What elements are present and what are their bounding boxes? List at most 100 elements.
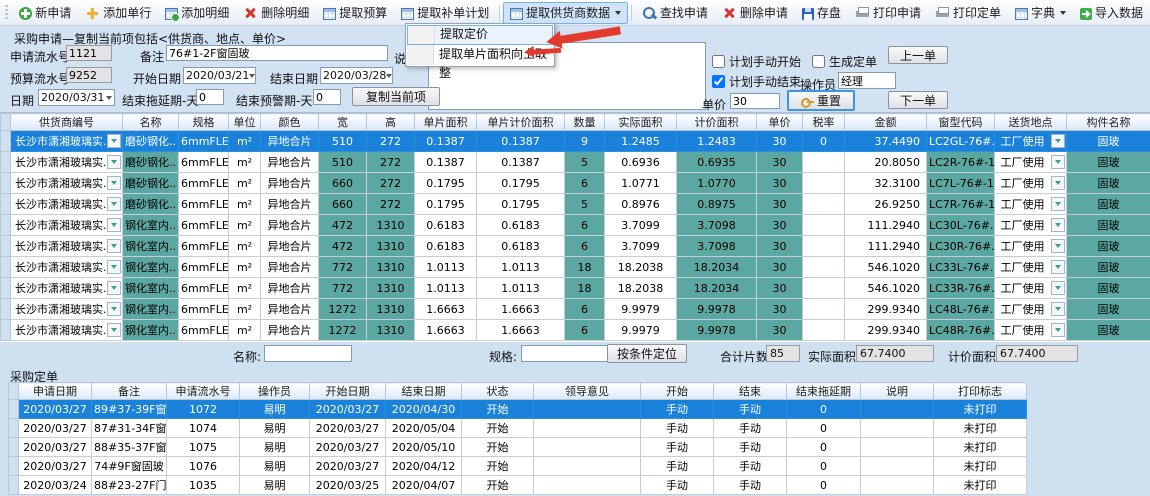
table-row[interactable]: 长沙市潇湘玻璃实..钢化室内..6mmFLE..m²异地合片77213101.0… [1, 257, 1150, 278]
unit-price-field[interactable] [730, 93, 780, 109]
end-delay-field[interactable] [196, 89, 224, 105]
end-date-select[interactable]: 2020/03/28 [320, 67, 393, 84]
toolbar-button-import[interactable]: 导入数据 [1073, 2, 1150, 24]
remark-field[interactable] [166, 45, 388, 61]
chevron-down-icon[interactable] [107, 302, 121, 316]
chevron-down-icon[interactable] [1051, 323, 1065, 337]
table-cell[interactable]: 长沙市潇湘玻璃实.. [11, 320, 123, 341]
plan-manual-end-checkbox[interactable]: 计划手动结束 [712, 73, 801, 90]
table-row[interactable]: 长沙市潇湘玻璃实..磨砂钢化..6mmFLE..m²异地合片6602720.17… [1, 173, 1150, 194]
table-row[interactable]: 长沙市潇湘玻璃实..钢化室内..6mmFLE..m²异地合片127213101.… [1, 299, 1150, 320]
table-row[interactable]: 长沙市潇湘玻璃实..钢化室内..6mmFLE..m²异地合片47213100.6… [1, 236, 1150, 257]
table-row[interactable]: 2020/03/2788#35-37F窗固玻1075易明2020/03/2720… [9, 438, 1027, 457]
toolbar-button-print[interactable]: 打印申请 [848, 2, 928, 24]
chevron-down-icon[interactable] [107, 155, 121, 169]
locate-by-condition-button[interactable]: 按条件定位 [607, 344, 687, 363]
table-cell[interactable]: 长沙市潇湘玻璃实.. [11, 152, 123, 173]
table-cell[interactable]: 长沙市潇湘玻璃实.. [11, 194, 123, 215]
table-cell[interactable]: 工厂使用 [995, 320, 1067, 341]
checkbox-icon[interactable] [712, 55, 725, 68]
table-cell[interactable]: 长沙市潇湘玻璃实.. [11, 173, 123, 194]
table-cell[interactable]: 工厂使用 [995, 278, 1067, 299]
filter-spec-input[interactable] [521, 345, 609, 362]
chevron-down-icon[interactable] [1051, 197, 1065, 211]
end-warn-field[interactable] [313, 89, 341, 105]
table-cell[interactable]: 工厂使用 [995, 194, 1067, 215]
table-row[interactable]: 长沙市潇湘玻璃实..磨砂钢化..6mmFLE..m²异地合片5102720.13… [1, 152, 1150, 173]
table-row[interactable]: 2020/03/2789#37-39F窗固玻1072易明2020/03/2720… [9, 400, 1027, 419]
chevron-down-icon[interactable] [1051, 239, 1065, 253]
apply-no-field[interactable] [66, 45, 112, 61]
table-row[interactable]: 长沙市潇湘玻璃实..钢化室内..6mmFLE..m²异地合片127213101.… [1, 320, 1150, 341]
table-cell[interactable]: 工厂使用 [995, 173, 1067, 194]
table-cell: 未打印 [934, 400, 1027, 419]
column-header: 结束日期 [386, 383, 462, 400]
generate-order-checkbox[interactable]: 生成定单 [812, 53, 877, 70]
table-row[interactable]: 长沙市潇湘玻璃实..磨砂钢化..6mmFLE..m²异地合片5102720.13… [1, 131, 1150, 152]
copy-current-button[interactable]: 复制当前项 [352, 87, 440, 106]
table-cell[interactable]: 工厂使用 [995, 152, 1067, 173]
table-cell: m² [229, 194, 261, 215]
table-row[interactable]: 2020/03/2488#23-27F门顶玻1035易明2020/03/2520… [9, 476, 1027, 495]
chevron-down-icon[interactable] [1051, 176, 1065, 190]
table-cell[interactable]: 工厂使用 [995, 257, 1067, 278]
filter-name-input[interactable] [264, 345, 352, 362]
toolbar-button-add-new[interactable]: 新申请 [12, 2, 78, 24]
toolbar-button-extract-table[interactable]: 提取补单计划 [394, 2, 496, 24]
next-order-button[interactable]: 下一单 [888, 91, 948, 109]
table-cell[interactable]: 工厂使用 [995, 299, 1067, 320]
chevron-down-icon[interactable] [107, 197, 121, 211]
chevron-down-icon[interactable] [107, 239, 121, 253]
table-cell[interactable]: 长沙市潇湘玻璃实.. [11, 299, 123, 320]
date-select[interactable]: 2020/03/31 [38, 89, 115, 106]
table-cell: 30 [757, 152, 803, 173]
chevron-down-icon[interactable] [1051, 302, 1065, 316]
table-cell[interactable]: 长沙市潇湘玻璃实.. [11, 215, 123, 236]
chevron-down-icon[interactable] [107, 260, 121, 274]
table-row[interactable]: 长沙市潇湘玻璃实..钢化室内..6mmFLE..m²异地合片77213101.0… [1, 278, 1150, 299]
menu-item[interactable]: 提取定价 [407, 25, 553, 45]
toolbar-button-add-detail[interactable]: 添加明细 [158, 2, 236, 24]
start-date-select[interactable]: 2020/03/21 [183, 67, 256, 84]
budget-no-field[interactable] [66, 67, 112, 83]
row-indicator [9, 419, 19, 438]
chevron-down-icon[interactable] [107, 218, 121, 232]
table-cell[interactable]: 工厂使用 [995, 131, 1067, 152]
toolbar-button-delete[interactable]: 删除申请 [715, 2, 795, 24]
table-row[interactable]: 长沙市潇湘玻璃实..钢化室内..6mmFLE..m²异地合片47213100.6… [1, 215, 1150, 236]
chevron-down-icon[interactable] [1051, 155, 1065, 169]
toolbar-button-search[interactable]: 查找申请 [635, 2, 715, 24]
toolbar-button-extract-table[interactable]: 提取供货商数据 [503, 2, 628, 24]
chevron-down-icon[interactable] [1051, 260, 1065, 274]
toolbar-button-extract-table[interactable]: 提取预算 [316, 2, 394, 24]
checkbox-icon[interactable] [812, 55, 825, 68]
reset-button[interactable]: 重置 [787, 90, 855, 111]
table-row[interactable]: 2020/03/2774#9F窗固玻1076易明2020/03/272020/0… [9, 457, 1027, 476]
toolbar-button-dict[interactable]: 字典 [1008, 2, 1073, 24]
toolbar-button-print[interactable]: 打印定单 [928, 2, 1008, 24]
chevron-down-icon[interactable] [1051, 281, 1065, 295]
toolbar-button-save[interactable]: 存盘 [795, 2, 848, 24]
prev-order-button[interactable]: 上一单 [888, 46, 948, 64]
toolbar-button-delete-detail[interactable]: 删除明细 [236, 2, 316, 24]
checkbox-icon[interactable] [712, 75, 725, 88]
chevron-down-icon[interactable] [107, 134, 121, 148]
table-cell[interactable]: 工厂使用 [995, 236, 1067, 257]
plan-manual-start-checkbox[interactable]: 计划手动开始 [712, 53, 801, 70]
table-cell[interactable]: 工厂使用 [995, 215, 1067, 236]
toolbar-button-add-row[interactable]: 添加单行 [78, 2, 158, 24]
chevron-down-icon[interactable] [1051, 134, 1065, 148]
chevron-down-icon[interactable] [1051, 218, 1065, 232]
table-cell: 6mmFLE.. [179, 131, 229, 152]
orders-grid: 申请日期备注申请流水号操作员开始日期结束日期状态领导意见开始结束结束拖延期说明打… [8, 382, 1026, 495]
operator-field[interactable] [838, 72, 896, 89]
table-cell[interactable]: 长沙市潇湘玻璃实.. [11, 131, 123, 152]
table-row[interactable]: 2020/03/2787#31-34F窗固玻1074易明2020/03/2720… [9, 419, 1027, 438]
chevron-down-icon[interactable] [107, 281, 121, 295]
chevron-down-icon[interactable] [107, 176, 121, 190]
table-row[interactable]: 长沙市潇湘玻璃实..磨砂钢化..6mmFLE..m²异地合片6602720.17… [1, 194, 1150, 215]
table-cell[interactable]: 长沙市潇湘玻璃实.. [11, 236, 123, 257]
chevron-down-icon[interactable] [107, 323, 121, 337]
table-cell[interactable]: 长沙市潇湘玻璃实.. [11, 257, 123, 278]
table-cell[interactable]: 长沙市潇湘玻璃实.. [11, 278, 123, 299]
